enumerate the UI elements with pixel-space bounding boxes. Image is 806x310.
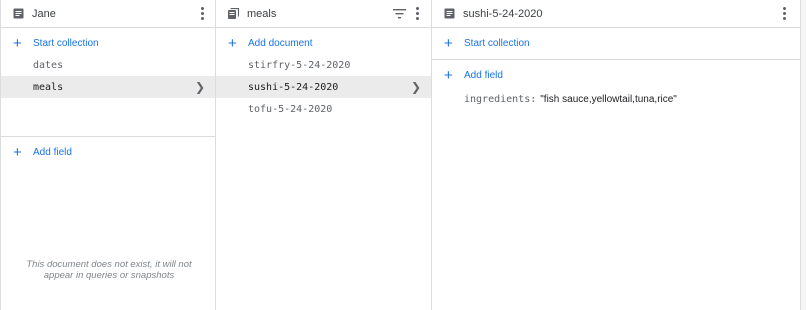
- panel-title: meals: [247, 7, 277, 20]
- document-item-label: tofu-5-24-2020: [248, 103, 333, 115]
- collection-panel-meals: meals + Add document stirfry-5-24-2020 s…: [216, 0, 432, 310]
- collection-item-label: meals: [33, 81, 64, 93]
- scroll-edge: [801, 0, 806, 310]
- document-icon: [13, 8, 24, 19]
- field-key: ingredients:: [464, 93, 537, 105]
- add-field-button[interactable]: + Add field: [1, 141, 215, 163]
- panel-header: sushi-5-24-2020: [432, 0, 800, 28]
- add-document-label: Add document: [248, 37, 313, 49]
- add-field-button[interactable]: + Add field: [432, 64, 800, 86]
- collection-item-label: dates: [33, 59, 64, 71]
- document-panel-jane: Jane + Start collection dates meals ❯ + …: [0, 0, 216, 310]
- field-ingredients[interactable]: ingredients: "fish sauce,yellowtail,tuna…: [432, 86, 800, 112]
- plus-icon: +: [444, 66, 453, 84]
- collection-icon: [228, 8, 239, 19]
- document-item-stirfry[interactable]: stirfry-5-24-2020: [216, 54, 431, 76]
- plus-icon: +: [444, 34, 453, 52]
- panel-header: Jane: [1, 0, 215, 28]
- document-panel-sushi: sushi-5-24-2020 + Start collection + Add…: [432, 0, 801, 310]
- start-collection-label: Start collection: [464, 37, 530, 49]
- chevron-right-icon: ❯: [194, 80, 205, 94]
- add-field-label: Add field: [464, 69, 503, 81]
- collection-item-meals[interactable]: meals ❯: [1, 76, 215, 98]
- panel-title: sushi-5-24-2020: [463, 7, 543, 20]
- start-collection-label: Start collection: [33, 37, 99, 49]
- document-item-label: sushi-5-24-2020: [248, 81, 339, 93]
- add-field-label: Add field: [33, 146, 72, 158]
- more-vert-icon[interactable]: [415, 7, 419, 20]
- plus-icon: +: [228, 34, 237, 52]
- panel-title: Jane: [32, 7, 56, 20]
- start-collection-button[interactable]: + Start collection: [1, 32, 215, 54]
- more-vert-icon[interactable]: [782, 7, 786, 20]
- document-item-tofu[interactable]: tofu-5-24-2020: [216, 98, 431, 120]
- empty-document-note: This document does not exist, it will no…: [26, 259, 192, 281]
- more-vert-icon[interactable]: [200, 7, 204, 20]
- filter-icon[interactable]: [393, 8, 406, 19]
- field-value: "fish sauce,yellowtail,tuna,rice": [540, 93, 677, 105]
- document-item-label: stirfry-5-24-2020: [248, 59, 351, 71]
- panel-header: meals: [216, 0, 431, 28]
- chevron-right-icon: ❯: [410, 80, 421, 94]
- start-collection-button[interactable]: + Start collection: [432, 32, 800, 54]
- add-document-button[interactable]: + Add document: [216, 32, 431, 54]
- collection-item-dates[interactable]: dates: [1, 54, 215, 76]
- plus-icon: +: [13, 34, 22, 52]
- plus-icon: +: [13, 143, 22, 161]
- document-icon: [444, 8, 455, 19]
- document-item-sushi[interactable]: sushi-5-24-2020 ❯: [216, 76, 431, 98]
